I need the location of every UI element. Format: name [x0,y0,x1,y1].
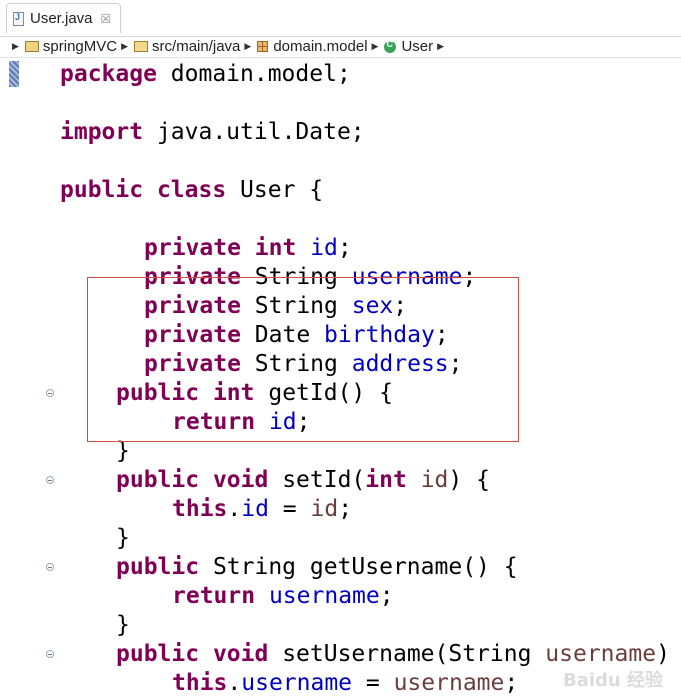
code-line: } [116,612,130,638]
fold-toggle-icon[interactable] [46,389,54,397]
code-line: import java.util.Date; [60,119,365,145]
editor-gutter [0,59,58,696]
breadcrumb-item-source-folder[interactable]: src/main/java [134,38,240,55]
editor-tab-bar: User.java ☒ [0,0,681,37]
code-line: } [116,525,130,551]
code-line: public void setId(int id) { [116,467,490,493]
breadcrumb-item-class[interactable]: User [384,38,433,55]
chevron-right-icon[interactable]: ▶ [12,42,19,52]
code-line: public class User { [60,177,324,203]
project-icon [24,41,39,52]
java-file-icon [13,11,24,26]
code-line: private String username; [144,264,477,290]
code-line: return id; [172,409,311,435]
code-line: private String sex; [144,293,408,319]
code-line: public int getId() { [116,380,393,406]
breadcrumb-item-project[interactable]: springMVC [24,38,118,55]
breadcrumb-label: src/main/java [152,38,241,55]
chevron-right-icon[interactable]: ▶ [372,42,379,52]
code-line: private Date birthday; [144,322,449,348]
code-line: public String getUsername() { [116,554,518,580]
class-icon [384,39,397,53]
breadcrumb-item-package[interactable]: domain.model [257,38,368,55]
tab-user-java[interactable]: User.java ☒ [6,3,121,33]
code-line: this.username = username; [172,670,519,696]
code-line: public void setUsername(String username) [116,641,670,667]
fold-toggle-icon[interactable] [46,563,54,571]
breadcrumb-label: User [401,38,434,55]
breadcrumb: ▶ springMVC ▶ src/main/java ▶ domain.mod… [0,36,681,58]
code-line: } [116,438,130,464]
fold-toggle-icon[interactable] [46,650,54,658]
breadcrumb-label: domain.model [273,38,368,55]
code-editor[interactable]: package domain.model; import java.util.D… [0,59,681,696]
package-icon [257,41,269,52]
code-line: package domain.model; [60,61,351,87]
code-line: private String address; [144,351,463,377]
tab-label: User.java [30,10,93,27]
code-line: private int id; [144,235,352,261]
close-icon[interactable]: ☒ [101,12,112,26]
code-line: return username; [172,583,394,609]
source-folder-icon [134,41,149,52]
code-line: this.id = id; [172,496,353,522]
watermark: Baidu 经验 [562,670,663,691]
chevron-right-icon[interactable]: ▶ [437,42,444,52]
chevron-right-icon[interactable]: ▶ [244,42,251,52]
current-line-marker [9,61,19,87]
fold-toggle-icon[interactable] [46,476,54,484]
breadcrumb-label: springMVC [42,38,118,55]
chevron-right-icon[interactable]: ▶ [121,42,128,52]
